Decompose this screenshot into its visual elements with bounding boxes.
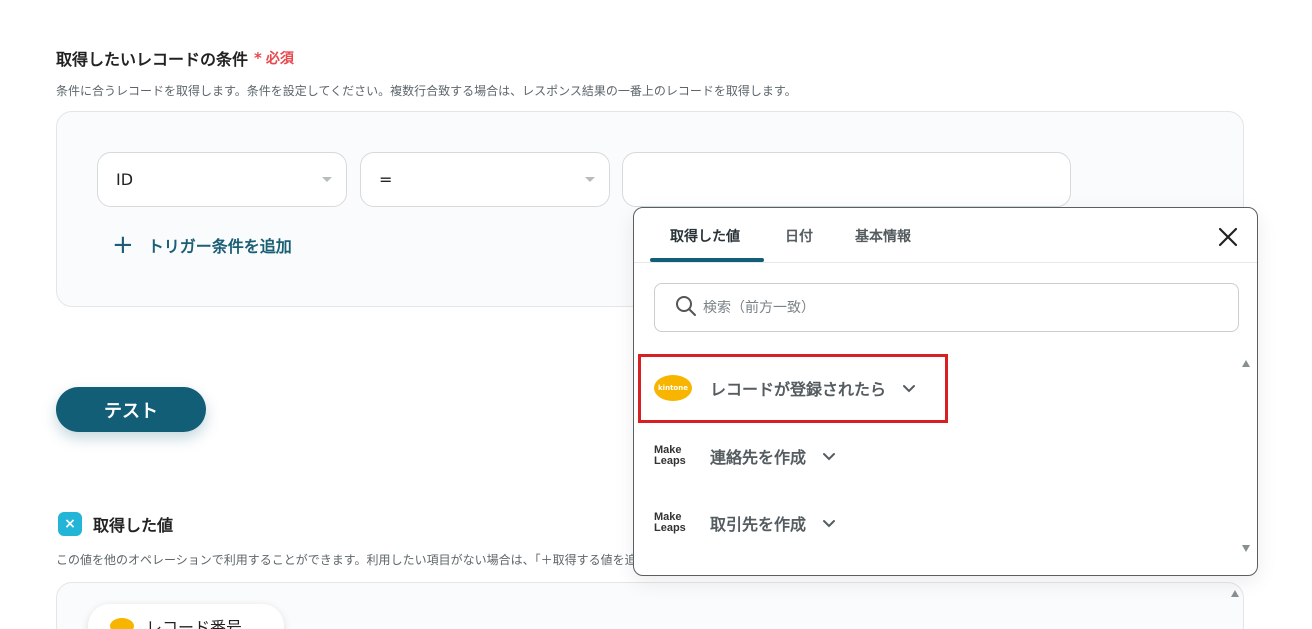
scroll-down-icon[interactable] (1242, 545, 1250, 552)
close-icon[interactable] (1215, 224, 1241, 250)
yoom-pentagon-icon: × (58, 512, 82, 536)
condition-value-input[interactable] (622, 152, 1071, 207)
makeleaps-logo-line2: Leaps (654, 455, 686, 467)
tab-date[interactable]: 日付 (785, 226, 813, 246)
required-label: 必須 (265, 51, 294, 67)
record-number-label: レコード番号 (146, 618, 243, 629)
panel-scroll-up-icon[interactable] (1231, 590, 1239, 597)
popup-tab-bar: 取得した値 日付 基本情報 (634, 208, 1257, 263)
chevron-down-icon (822, 447, 836, 466)
tab-basic-info[interactable]: 基本情報 (855, 226, 911, 246)
add-condition-button[interactable]: + トリガー条件を追加 (112, 232, 292, 258)
field-select-caret-icon (322, 177, 332, 182)
required-asterisk: * (254, 49, 262, 67)
search-icon (675, 295, 703, 321)
kintone-logo-icon (110, 618, 134, 629)
item-label: 連絡先を作成 (710, 448, 807, 467)
operator-select-caret-icon (585, 177, 595, 182)
makeleaps-logo-icon: Make Leaps (654, 512, 690, 534)
retrieved-description: この値を他のオペレーションで利用することができます。利用したい項目がない場合は、… (56, 553, 636, 567)
field-select-value: ID (116, 170, 134, 189)
makeleaps-logo-line2: Leaps (654, 522, 686, 534)
condition-description: 条件に合うレコードを取得します。条件を設定してください。複数行合致する場合は、レ… (56, 84, 797, 98)
condition-section-title: 取得したいレコードの条件 * 必須 (56, 46, 294, 70)
value-picker-popup: 取得した値 日付 基本情報 kintone レコードが登録されたら Make L… (633, 207, 1258, 576)
list-item-makeleaps-create-contact[interactable]: Make Leaps 連絡先を作成 (654, 436, 836, 476)
list-item-makeleaps-create-client[interactable]: Make Leaps 取引先を作成 (654, 503, 836, 543)
tab-retrieved-values[interactable]: 取得した値 (670, 226, 740, 246)
makeleaps-logo-icon: Make Leaps (654, 445, 690, 467)
add-condition-label: トリガー条件を追加 (147, 237, 292, 256)
retrieved-values-title: × 取得した値 (58, 512, 173, 536)
operator-select-value: = (379, 170, 393, 189)
test-button[interactable]: テスト (56, 387, 206, 432)
chevron-down-icon (902, 379, 916, 398)
scroll-up-icon[interactable] (1242, 360, 1250, 367)
operator-select[interactable]: = (360, 152, 610, 207)
record-number-chip[interactable]: レコード番号 (88, 604, 284, 629)
chevron-down-icon (822, 514, 836, 533)
search-field[interactable] (654, 283, 1239, 332)
retrieved-title-text: 取得した値 (93, 516, 174, 535)
field-select[interactable]: ID (97, 152, 347, 207)
search-input[interactable] (703, 299, 1183, 316)
active-tab-indicator (650, 258, 764, 262)
item-label: 取引先を作成 (710, 515, 807, 534)
item-label: レコードが登録されたら (710, 380, 887, 399)
condition-title-text: 取得したいレコードの条件 (56, 50, 249, 69)
list-item-kintone-record-registered[interactable]: kintone レコードが登録されたら (654, 368, 916, 408)
kintone-logo-icon: kintone (654, 375, 692, 401)
plus-icon: + (112, 230, 134, 260)
